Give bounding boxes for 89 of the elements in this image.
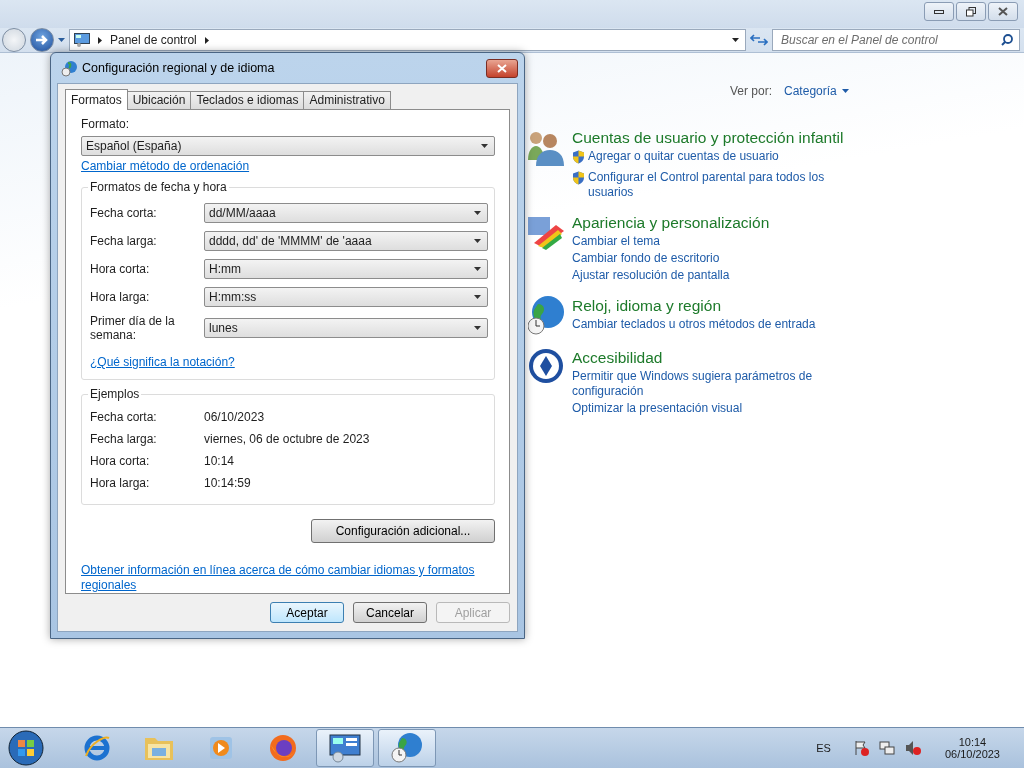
chevron-right-icon bbox=[98, 36, 102, 44]
field-label: Fecha corta: bbox=[90, 206, 158, 220]
dropdown-arrow-icon bbox=[474, 211, 481, 215]
clock-time[interactable]: 10:14 bbox=[958, 736, 987, 748]
format-dropdown[interactable]: lunes bbox=[204, 318, 488, 338]
field-label: Hora larga: bbox=[90, 290, 151, 304]
dropdown-arrow-icon bbox=[474, 267, 481, 271]
category-link[interactable]: Cambiar fondo de escritorio bbox=[572, 251, 720, 266]
history-dropdown-icon bbox=[58, 38, 65, 42]
group-title: Formatos de fecha y hora bbox=[88, 180, 229, 194]
category-title[interactable]: Reloj, idioma y región bbox=[572, 296, 872, 316]
search-icon bbox=[1001, 34, 1013, 46]
example-value: 06/10/2023 bbox=[204, 410, 266, 424]
close-icon bbox=[497, 63, 507, 73]
category-title[interactable]: Apariencia y personalización bbox=[572, 213, 872, 233]
dialog-title: Configuración regional y de idioma bbox=[82, 61, 276, 75]
close-icon bbox=[998, 7, 1008, 16]
search-field[interactable]: Buscar en el Panel de control bbox=[772, 29, 1020, 51]
category-link[interactable]: Configurar el Control parental para todos los usuarios bbox=[588, 170, 872, 200]
restore-icon bbox=[966, 6, 976, 17]
dropdown-arrow-icon bbox=[474, 239, 481, 243]
chevron-right-icon bbox=[204, 36, 209, 44]
globe-clock-icon bbox=[61, 59, 78, 77]
category-title[interactable]: Accesibilidad bbox=[572, 348, 872, 368]
category-link[interactable]: Optimizar la presentación visual bbox=[572, 401, 743, 416]
shield-icon bbox=[572, 171, 585, 185]
close-button[interactable] bbox=[486, 58, 518, 78]
dropdown-arrow-icon bbox=[841, 89, 849, 93]
minimize-icon bbox=[934, 9, 944, 14]
dropdown-arrow-icon bbox=[732, 38, 739, 42]
tab[interactable]: Ubicación bbox=[126, 91, 192, 110]
tab[interactable]: Teclados e idiomas bbox=[190, 91, 305, 110]
dialog-button[interactable]: Cancelar bbox=[353, 602, 427, 623]
control-panel-icon bbox=[74, 33, 90, 47]
dialog-button[interactable]: Aceptar bbox=[270, 602, 344, 623]
minimize-button[interactable] bbox=[924, 2, 954, 21]
restore-button[interactable] bbox=[956, 2, 986, 21]
info-link[interactable]: Obtener información en línea acerca de cómo cambiar idiomas y formatos regionales bbox=[81, 563, 495, 593]
media-player-icon bbox=[207, 734, 235, 762]
shield-icon bbox=[572, 150, 585, 164]
globe-clock-icon bbox=[390, 732, 424, 764]
field-label: Hora corta: bbox=[90, 262, 151, 276]
field-label: Primer día de la semana: bbox=[90, 314, 176, 342]
example-label: Fecha larga: bbox=[90, 432, 158, 446]
view-by-dropdown[interactable]: Categoría bbox=[784, 84, 849, 98]
group-title: Ejemplos bbox=[88, 387, 142, 401]
tab[interactable]: Administrativo bbox=[303, 91, 391, 110]
flag-icon[interactable] bbox=[852, 740, 869, 756]
forward-button[interactable] bbox=[30, 28, 54, 52]
example-value: viernes, 06 de octubre de 2023 bbox=[204, 432, 371, 446]
field-label: Fecha larga: bbox=[90, 234, 158, 248]
refresh-icon[interactable] bbox=[750, 32, 768, 48]
format-dropdown[interactable]: Español (España) bbox=[81, 136, 495, 156]
speaker-muted-icon[interactable] bbox=[904, 740, 921, 756]
category-link[interactable]: Cambiar teclados u otros métodos de entrada bbox=[572, 317, 816, 332]
dropdown-arrow-icon bbox=[481, 144, 488, 148]
additional-settings-button[interactable]: Configuración adicional... bbox=[311, 519, 495, 543]
format-dropdown[interactable]: H:mm bbox=[204, 259, 488, 279]
address-bar[interactable]: Panel de control bbox=[69, 29, 746, 51]
taskbar-app[interactable] bbox=[378, 729, 436, 767]
language-indicator[interactable]: ES bbox=[816, 742, 831, 754]
format-dropdown[interactable]: H:mm:ss bbox=[204, 287, 488, 307]
sort-method-link[interactable]: Cambiar método de ordenación bbox=[81, 159, 250, 173]
example-value: 10:14:59 bbox=[204, 476, 252, 490]
arrow-right-icon bbox=[36, 35, 48, 45]
close-button[interactable] bbox=[988, 2, 1018, 21]
globe-clock-icon bbox=[528, 296, 564, 336]
view-by-label: Ver por: bbox=[730, 84, 773, 98]
category-title[interactable]: Cuentas de usuario y protección infantil bbox=[572, 128, 872, 148]
breadcrumb[interactable]: Panel de control bbox=[110, 33, 197, 47]
network-icon[interactable] bbox=[878, 740, 895, 756]
format-label: Formato: bbox=[81, 117, 130, 131]
format-dropdown[interactable]: dddd, dd' de 'MMMM' de 'aaaa bbox=[204, 231, 488, 251]
clock-date[interactable]: 06/10/2023 bbox=[944, 748, 1000, 760]
control-panel-icon bbox=[328, 733, 362, 763]
example-label: Hora corta: bbox=[90, 454, 151, 468]
tab[interactable]: Formatos bbox=[65, 89, 128, 110]
category-link[interactable]: Permitir que Windows sugiera parámetros de configuración bbox=[572, 369, 872, 399]
example-label: Fecha corta: bbox=[90, 410, 158, 424]
category-link[interactable]: Agregar o quitar cuentas de usuario bbox=[588, 149, 779, 164]
format-dropdown[interactable]: dd/MM/aaaa bbox=[204, 203, 488, 223]
dropdown-arrow-icon bbox=[474, 295, 481, 299]
category-link[interactable]: Ajustar resolución de pantalla bbox=[572, 268, 730, 283]
example-label: Hora larga: bbox=[90, 476, 151, 490]
example-value: 10:14 bbox=[204, 454, 236, 468]
taskbar-app[interactable] bbox=[316, 729, 374, 767]
notation-link[interactable]: ¿Qué significa la notación? bbox=[90, 355, 235, 369]
category-link[interactable]: Cambiar el tema bbox=[572, 234, 661, 249]
dropdown-arrow-icon bbox=[474, 326, 481, 330]
